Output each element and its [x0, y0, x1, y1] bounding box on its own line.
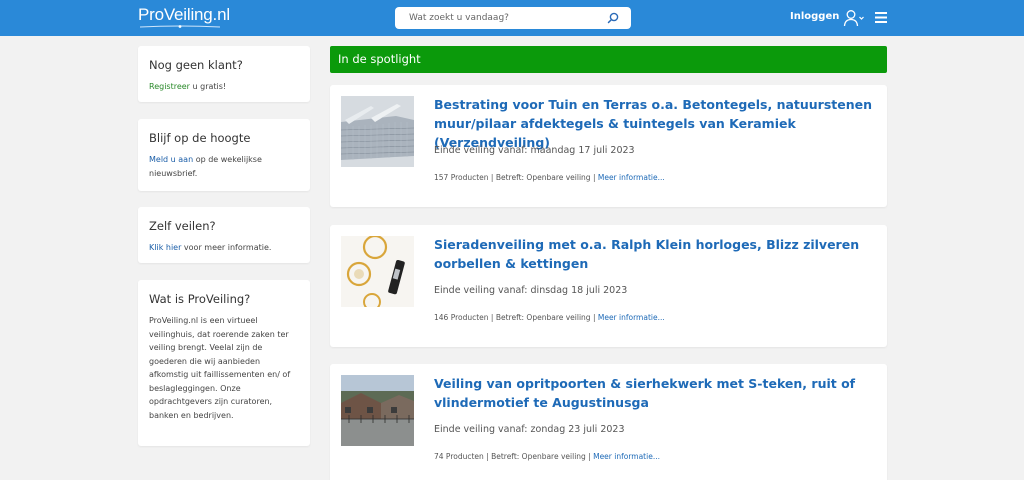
auction-thumbnail[interactable]	[341, 236, 414, 307]
more-info-link[interactable]: Meer informatie...	[598, 173, 665, 182]
top-navigation-bar: ProVeiling.nl Inloggen	[0, 0, 1024, 36]
click-here-link[interactable]: Klik hier	[149, 243, 181, 252]
auction-end-date: Einde veiling vanaf: zondag 23 juli 2023	[434, 424, 625, 435]
search-icon[interactable]	[607, 12, 619, 24]
about-text: ProVeiling.nl is een virtueel veilinghui…	[149, 316, 291, 420]
login-link[interactable]: Inloggen	[790, 11, 839, 22]
sidebar-card-newsletter: Blijf op de hoogte Meld u aan op de weke…	[138, 119, 310, 191]
card-title: Wat is ProVeiling?	[149, 292, 251, 306]
auction-card[interactable]: Sieradenveiling met o.a. Ralph Klein hor…	[330, 225, 887, 347]
card-text-rest: u gratis!	[189, 82, 227, 91]
auction-end-date: Einde veiling vanaf: maandag 17 juli 202…	[434, 145, 635, 156]
card-title: Blijf op de hoogte	[149, 131, 251, 145]
site-logo[interactable]: ProVeiling.nl	[138, 5, 230, 25]
auction-end-date: Einde veiling vanaf: dinsdag 18 juli 202…	[434, 285, 628, 296]
product-count: 157 Producten	[434, 173, 489, 182]
card-text: Meld u aan op de wekelijkse nieuwsbrief.	[149, 153, 299, 181]
auction-title[interactable]: Bestrating voor Tuin en Terras o.a. Beto…	[434, 95, 880, 152]
user-icon[interactable]	[843, 9, 865, 27]
menu-icon[interactable]	[875, 12, 887, 23]
search-box	[395, 7, 631, 29]
sidebar-card-register: Nog geen klant? Registreer u gratis!	[138, 46, 310, 102]
auction-meta: 74 Producten | Betreft: Openbare veiling…	[434, 452, 660, 461]
spotlight-heading: In de spotlight	[330, 46, 887, 73]
product-count: 74 Producten	[434, 452, 484, 461]
card-text-rest: voor meer informatie.	[181, 243, 272, 252]
card-title: Zelf veilen?	[149, 219, 216, 233]
auction-type: Betreft: Openbare veiling	[495, 173, 591, 182]
auction-type: Betreft: Openbare veiling	[491, 452, 586, 461]
more-info-link[interactable]: Meer informatie...	[598, 313, 665, 322]
sidebar-card-self-auction: Zelf veilen? Klik hier voor meer informa…	[138, 207, 310, 263]
more-info-link[interactable]: Meer informatie...	[593, 452, 660, 461]
auction-meta: 146 Producten | Betreft: Openbare veilin…	[434, 313, 665, 322]
card-text: Registreer u gratis!	[149, 80, 299, 94]
auction-thumbnail[interactable]	[341, 375, 414, 446]
chevron-down-icon	[859, 16, 864, 20]
register-link[interactable]: Registreer	[149, 82, 190, 91]
sidebar-card-about: Wat is ProVeiling? ProVeiling.nl is een …	[138, 280, 310, 446]
search-input[interactable]	[409, 10, 599, 26]
logo-swoosh	[139, 25, 221, 28]
product-count: 146 Producten	[434, 313, 489, 322]
auction-card[interactable]: Veiling van opritpoorten & sierhekwerk m…	[330, 364, 887, 480]
newsletter-signup-link[interactable]: Meld u aan	[149, 155, 193, 164]
card-title: Nog geen klant?	[149, 58, 243, 72]
card-text: Klik hier voor meer informatie.	[149, 241, 299, 255]
auction-meta: 157 Producten | Betreft: Openbare veilin…	[434, 173, 665, 182]
auction-card[interactable]: Bestrating voor Tuin en Terras o.a. Beto…	[330, 85, 887, 207]
auction-type: Betreft: Openbare veiling	[495, 313, 591, 322]
auction-title[interactable]: Veiling van opritpoorten & sierhekwerk m…	[434, 374, 880, 412]
auction-thumbnail[interactable]	[341, 96, 414, 167]
auction-title[interactable]: Sieradenveiling met o.a. Ralph Klein hor…	[434, 235, 880, 273]
